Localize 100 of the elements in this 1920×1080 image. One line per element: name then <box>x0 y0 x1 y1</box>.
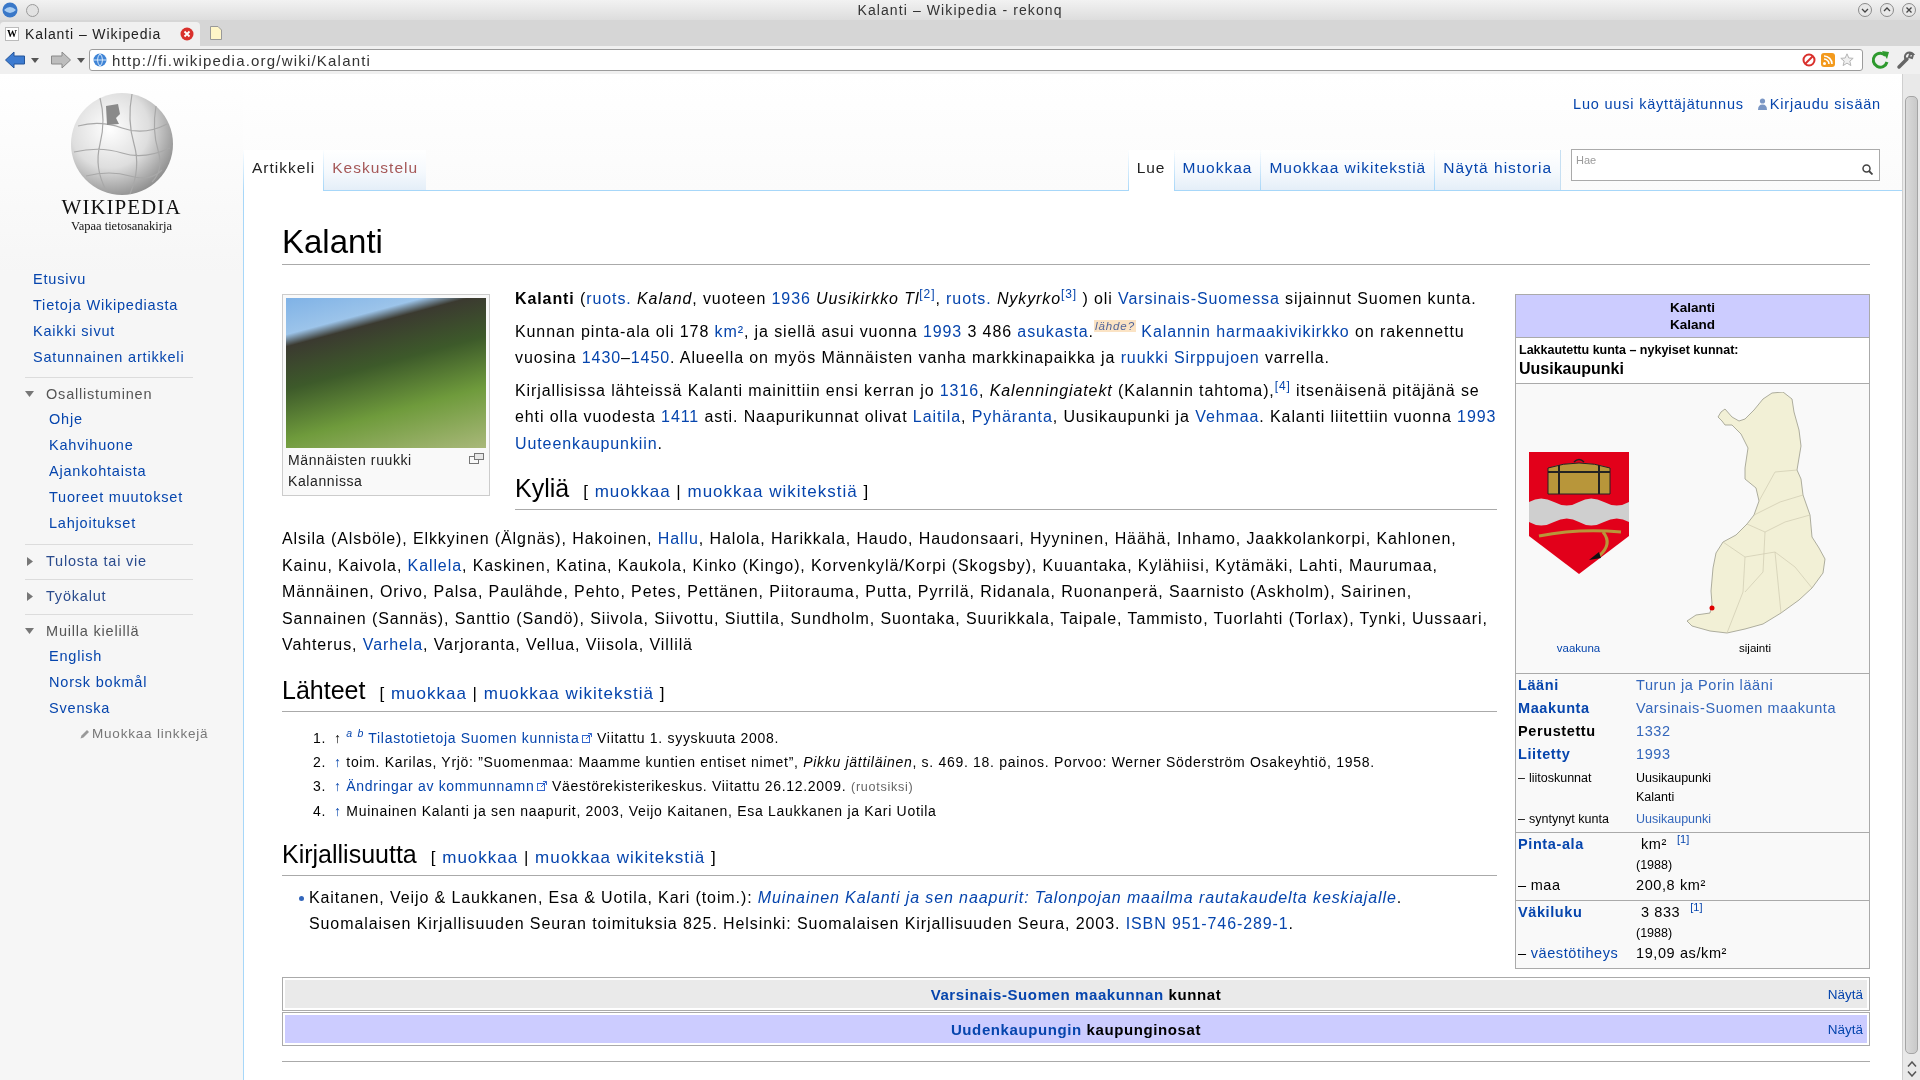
text-link[interactable]: 1936 <box>771 290 811 307</box>
value-link[interactable]: 1332 <box>1636 723 1671 739</box>
backlink[interactable]: b <box>357 726 364 739</box>
text-link[interactable]: 1993 <box>922 322 963 340</box>
text-link[interactable]: muokkaa wikitekstiä <box>687 482 858 501</box>
close-icon[interactable] <box>1902 3 1916 17</box>
row-label-link[interactable]: väestötiheys <box>1530 945 1619 961</box>
scroll-down-icon[interactable] <box>1906 1071 1917 1077</box>
edit-links-link[interactable]: Muokkaa linkkejä <box>80 721 209 747</box>
text-link[interactable]: Kalannin harmaakivikirkko <box>1141 322 1350 340</box>
wrench-icon[interactable] <box>1896 50 1916 70</box>
show-toggle-link[interactable]: Näytä <box>1827 986 1863 1002</box>
address-field[interactable]: http://fi.wikipedia.org/wiki/Kalanti <box>89 49 1863 71</box>
text-link[interactable]: 1993 <box>1457 408 1497 425</box>
browser-tab[interactable]: W Kalanti – Wikipedia <box>0 22 200 46</box>
view-tab[interactable]: Näytä historia <box>1434 150 1560 190</box>
external-link[interactable]: Ändringar av kommunnamn <box>346 777 548 794</box>
text-link[interactable]: muokkaa <box>442 847 519 867</box>
caret-down-icon[interactable] <box>77 57 85 63</box>
value-link[interactable]: Uusikaupunki <box>1636 812 1712 826</box>
enlarge-icon[interactable] <box>469 453 484 464</box>
view-tab[interactable]: Muokkaa wikitekstiä <box>1260 150 1435 190</box>
text-link[interactable]: 1316 <box>939 381 979 399</box>
row-label-link[interactable]: Maakunta <box>1518 700 1590 716</box>
text-link[interactable]: 1450 <box>630 349 670 366</box>
text-link[interactable]: muokkaa wikitekstiä <box>483 683 654 703</box>
text-link[interactable]: ↑ <box>334 777 342 794</box>
sidebar-link[interactable]: Tietoja Wikipediasta <box>33 292 179 318</box>
sidebar-link[interactable]: Kaikki sivut <box>33 318 116 344</box>
text-link[interactable]: Muinainen Kalanti ja sen naapurit: Talonpojan maailma rautakaudelta keskiajalle <box>757 888 1397 906</box>
backlink[interactable]: a <box>346 726 353 739</box>
sidebar-link[interactable]: Etusivu <box>33 266 87 292</box>
row-label-link[interactable]: Liitetty <box>1518 746 1571 762</box>
text-link[interactable]: Laitila <box>912 408 961 425</box>
row-label-link[interactable]: Pinta-ala <box>1518 836 1584 852</box>
text-link[interactable]: asukasta <box>1017 322 1089 340</box>
text-link[interactable]: Hallu <box>657 530 699 547</box>
view-tab[interactable]: Lue <box>1127 150 1174 191</box>
tab-close-icon[interactable] <box>180 27 194 41</box>
text-link[interactable]: 1430 <box>581 349 621 366</box>
caret-down-icon[interactable] <box>31 57 39 63</box>
text-link[interactable]: Vehmaa <box>1195 408 1260 425</box>
text-link[interactable]: km² <box>714 322 744 340</box>
citation-link[interactable]: [1] <box>1690 901 1703 914</box>
puzzle-globe-logo[interactable] <box>69 92 174 196</box>
maximize-icon[interactable] <box>1880 3 1894 17</box>
scrollbar-thumb[interactable] <box>1905 96 1918 1054</box>
sidebar-link[interactable]: Lahjoitukset <box>49 510 136 536</box>
search-icon[interactable] <box>1862 163 1873 175</box>
value-link[interactable]: Turun ja Porin lääni <box>1636 677 1774 693</box>
text-link[interactable]: muokkaa <box>390 683 467 703</box>
app-icon[interactable] <box>2 2 18 18</box>
text-link[interactable]: ↑ <box>334 753 342 770</box>
sidebar-section-heading[interactable]: Osallistuminen <box>25 382 153 406</box>
sidebar-link[interactable]: Satunnainen artikkeli <box>33 344 185 370</box>
text-link[interactable]: Uudenkaupungin <box>950 1020 1082 1038</box>
row-label-link[interactable]: Lääni <box>1518 677 1559 693</box>
search-box[interactable]: Hae <box>1571 149 1880 181</box>
text-link[interactable]: ISBN 951-746-289-1 <box>1125 914 1289 932</box>
forward-arrow-icon[interactable] <box>51 51 71 69</box>
page-tab[interactable]: Keskustelu <box>323 150 427 190</box>
sidebar-link[interactable]: Kahvihuone <box>49 432 134 458</box>
sidebar-section-heading[interactable]: Muilla kielillä <box>25 619 140 643</box>
stop-icon[interactable] <box>1802 53 1816 67</box>
text-link[interactable]: ↑ <box>334 802 342 819</box>
sidebar-section-heading[interactable]: Tulosta tai vie <box>25 549 147 573</box>
text-link[interactable]: Kallela <box>407 556 462 574</box>
search-field[interactable]: Hae <box>1576 153 1862 167</box>
text-link[interactable]: [3] <box>1061 290 1078 307</box>
sidebar-link[interactable]: Ajankohtaista <box>49 458 147 484</box>
sidebar-link[interactable]: Norsk bokmål <box>49 669 148 695</box>
text-link[interactable]: Varhela <box>362 636 423 653</box>
minimize-icon[interactable] <box>1858 3 1872 17</box>
text-link[interactable]: [4] <box>1274 381 1291 399</box>
star-icon[interactable] <box>1840 53 1854 67</box>
text-link[interactable]: muokkaa <box>594 482 671 501</box>
text-link[interactable]: ruots. <box>586 290 632 307</box>
personal-link[interactable]: Luo uusi käyttäjätunnus <box>1573 94 1744 114</box>
sidebar-link[interactable]: English <box>49 643 103 669</box>
sidebar-link[interactable]: Ohje <box>49 406 83 432</box>
reload-icon[interactable] <box>1870 50 1890 70</box>
scroll-up-icon[interactable] <box>1906 1061 1917 1067</box>
page-tab[interactable]: Artikkeli <box>243 150 324 191</box>
text-link[interactable]: ruots. <box>946 290 992 307</box>
citation-link[interactable]: [1] <box>1676 833 1690 846</box>
text-link[interactable]: muokkaa wikitekstiä <box>535 847 706 867</box>
text-link[interactable]: Pyhäranta <box>971 408 1053 425</box>
value-link[interactable]: Varsinais-Suomen maakunta <box>1636 700 1837 716</box>
text-link[interactable]: [2] <box>919 290 936 307</box>
view-tab[interactable]: Muokkaa <box>1173 150 1261 190</box>
sidebar-section-heading[interactable]: Työkalut <box>25 584 107 608</box>
sidebar-link[interactable]: Svenska <box>49 695 111 721</box>
show-toggle-link[interactable]: Näytä <box>1827 1021 1863 1037</box>
citation-needed-link[interactable]: lähde? <box>1093 320 1136 333</box>
external-link[interactable]: Tilastotietoja Suomen kunnista <box>368 729 593 746</box>
text-link[interactable]: 1411 <box>661 408 700 425</box>
personal-link[interactable]: Kirjaudu sisään <box>1757 94 1881 114</box>
new-tab-icon[interactable] <box>210 26 222 40</box>
text-link[interactable]: Varsinais-Suomessa <box>1118 290 1280 307</box>
back-arrow-icon[interactable] <box>5 51 25 69</box>
